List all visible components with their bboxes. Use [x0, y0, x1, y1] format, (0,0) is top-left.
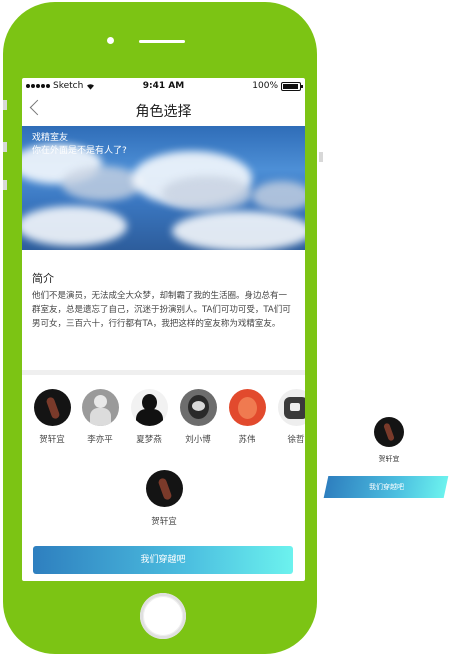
- travel-button[interactable]: 我们穿越吧: [33, 546, 293, 574]
- power-button: [319, 152, 323, 162]
- hero-banner: 戏精室友 你在外面是不是有人了?: [22, 126, 305, 250]
- mute-switch: [3, 100, 7, 110]
- app-screen: Sketch 9:41 AM 100% 角色选择 戏精室友 你在外面是不是有人了…: [22, 78, 305, 581]
- status-bar: Sketch 9:41 AM 100%: [22, 78, 305, 94]
- page-title: 角色选择: [135, 104, 192, 120]
- battery-percent: 100%: [252, 81, 278, 91]
- red-figure-avatar: [228, 389, 266, 426]
- selected-character: 贺轩宜: [140, 470, 188, 527]
- phone-frame: Sketch 9:41 AM 100% 角色选择 戏精室友 你在外面是不是有人了…: [3, 2, 323, 654]
- hooded-avatar: [179, 389, 217, 426]
- character-name: 苏伟: [238, 435, 256, 445]
- volume-down-button: [3, 180, 7, 190]
- selected-avatar: [145, 470, 183, 507]
- volume-up-button: [3, 142, 7, 152]
- side-travel-button-label: 我们穿越吧: [368, 483, 404, 491]
- intro-section: 简介 他们不是演员，无法成全大众梦，却制霸了我的生活圈。身边总有一群室友，总是遗…: [22, 250, 305, 370]
- selected-name: 贺轩宜: [151, 517, 177, 527]
- dark-figure-avatar: [33, 389, 71, 426]
- character-name: 李亦平: [87, 435, 113, 445]
- silhouette-avatar: [130, 389, 168, 426]
- grey-figure-avatar: [81, 389, 119, 426]
- character-item[interactable]: 刘小博: [174, 389, 222, 445]
- robot-avatar: [277, 389, 305, 426]
- hero-title: 戏精室友: [32, 133, 69, 143]
- intro-title: 简介: [32, 272, 54, 285]
- hero-subtitle: 你在外面是不是有人了?: [32, 146, 127, 156]
- character-name: 刘小博: [185, 435, 211, 445]
- character-list[interactable]: 贺轩宜 李亦平 夏梦燕 刘小博 苏伟 徐哲: [22, 375, 305, 459]
- side-name: 贺轩宜: [378, 455, 400, 463]
- character-name: 夏梦燕: [136, 435, 162, 445]
- side-travel-button[interactable]: 我们穿越吧: [323, 476, 449, 498]
- intro-body: 他们不是演员，无法成全大众梦，却制霸了我的生活圈。身边总有一群室友，总是遗忘了自…: [32, 291, 291, 329]
- front-camera: [107, 37, 114, 44]
- character-item[interactable]: 苏伟: [223, 389, 271, 445]
- character-item[interactable]: 徐哲: [272, 389, 305, 445]
- character-item[interactable]: 贺轩宜: [28, 389, 76, 445]
- home-button[interactable]: [140, 593, 186, 639]
- side-avatar: [374, 417, 404, 447]
- character-item[interactable]: 夏梦燕: [125, 389, 173, 445]
- character-item[interactable]: 李亦平: [76, 389, 124, 445]
- nav-bar: 角色选择: [22, 95, 305, 126]
- character-name: 徐哲: [287, 435, 305, 445]
- earpiece-speaker: [139, 40, 185, 43]
- battery-icon: [281, 81, 303, 91]
- character-name: 贺轩宜: [39, 435, 65, 445]
